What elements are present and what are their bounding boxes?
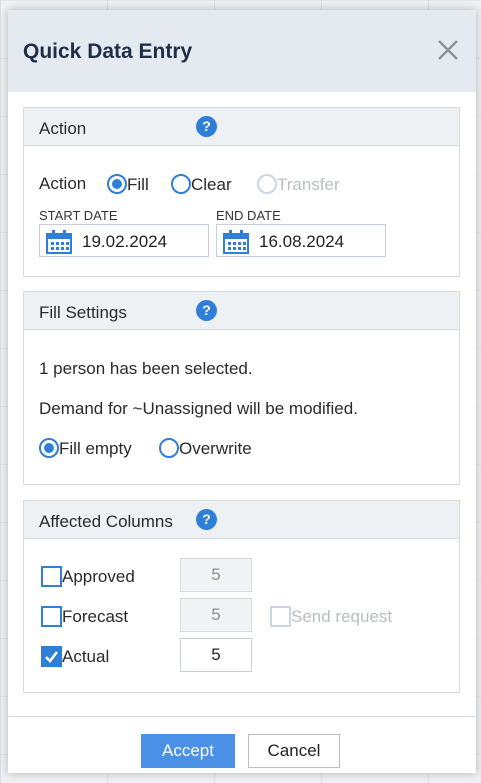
- cancel-button[interactable]: Cancel: [248, 734, 340, 768]
- action-row: Action: [39, 174, 86, 194]
- actual-checkbox-row[interactable]: Actual: [41, 646, 109, 667]
- end-date-value: 16.08.2024: [259, 232, 345, 251]
- radio-transfer-label: Transfer: [277, 175, 340, 194]
- radio-fill[interactable]: Fill: [107, 174, 149, 195]
- action-row-label: Action: [39, 174, 87, 193]
- affected-columns-section: Affected Columns ? Approved 5 Forecast 5…: [23, 500, 460, 693]
- start-date-value: 19.02.2024: [82, 232, 168, 251]
- dialog-footer: Accept Cancel: [8, 716, 476, 773]
- actual-value-field[interactable]: 5: [180, 638, 252, 672]
- fill-settings-section: Fill Settings ? 1 person has been select…: [23, 291, 460, 485]
- actual-label: Actual: [62, 647, 110, 666]
- radio-overwrite[interactable]: Overwrite: [159, 438, 252, 459]
- start-date-label: START DATE: [39, 208, 118, 223]
- demand-text: Demand for ~Unassigned will be modified.: [39, 399, 358, 418]
- fill-settings-header: Fill Settings ?: [24, 292, 459, 330]
- approved-value-field: 5: [180, 558, 252, 592]
- forecast-value-field: 5: [180, 598, 252, 632]
- radio-transfer-control: [257, 174, 277, 194]
- radio-fill-control[interactable]: [107, 174, 127, 194]
- send-request-row: Send request: [270, 606, 392, 627]
- radio-overwrite-label: Overwrite: [179, 439, 252, 458]
- close-icon: [438, 40, 458, 60]
- start-date-field[interactable]: 19.02.2024: [39, 224, 209, 257]
- help-icon[interactable]: ?: [196, 300, 217, 321]
- radio-clear[interactable]: Clear: [171, 174, 232, 195]
- affected-columns-title: Affected Columns: [39, 512, 173, 531]
- quick-data-entry-dialog: Quick Data Entry Action ? Action Fill Cl…: [8, 10, 476, 773]
- calendar-icon[interactable]: [222, 229, 250, 260]
- affected-columns-header: Affected Columns ?: [24, 501, 459, 539]
- accept-button[interactable]: Accept: [141, 734, 235, 768]
- actual-checkbox[interactable]: [41, 646, 62, 667]
- radio-fill-empty-control[interactable]: [39, 438, 59, 458]
- radio-transfer: Transfer: [257, 174, 340, 195]
- radio-fill-empty[interactable]: Fill empty: [39, 438, 132, 459]
- action-section-title: Action: [39, 119, 87, 138]
- help-icon[interactable]: ?: [196, 509, 217, 530]
- send-request-checkbox: [270, 606, 291, 627]
- approved-checkbox[interactable]: [41, 566, 62, 587]
- checkmark-icon: [45, 651, 59, 663]
- fill-settings-title: Fill Settings: [39, 303, 127, 322]
- selection-text: 1 person has been selected.: [39, 359, 253, 378]
- action-section: Action ? Action Fill Clear Transfer STAR…: [23, 107, 460, 277]
- dialog-header: Quick Data Entry: [8, 10, 476, 92]
- radio-fill-empty-label: Fill empty: [59, 439, 132, 458]
- radio-clear-control[interactable]: [171, 174, 191, 194]
- forecast-checkbox-row[interactable]: Forecast: [41, 606, 128, 627]
- radio-clear-label: Clear: [191, 175, 232, 194]
- end-date-field[interactable]: 16.08.2024: [216, 224, 386, 257]
- radio-fill-label: Fill: [127, 175, 149, 194]
- calendar-icon[interactable]: [45, 229, 73, 260]
- forecast-checkbox[interactable]: [41, 606, 62, 627]
- dialog-title: Quick Data Entry: [23, 40, 193, 63]
- send-request-label: Send request: [291, 607, 393, 626]
- help-icon[interactable]: ?: [196, 116, 217, 137]
- close-button[interactable]: [434, 36, 462, 64]
- action-section-header: Action ?: [24, 108, 459, 146]
- approved-checkbox-row[interactable]: Approved: [41, 566, 135, 587]
- radio-overwrite-control[interactable]: [159, 438, 179, 458]
- end-date-label: END DATE: [216, 208, 281, 223]
- forecast-label: Forecast: [62, 607, 129, 626]
- approved-label: Approved: [62, 567, 135, 586]
